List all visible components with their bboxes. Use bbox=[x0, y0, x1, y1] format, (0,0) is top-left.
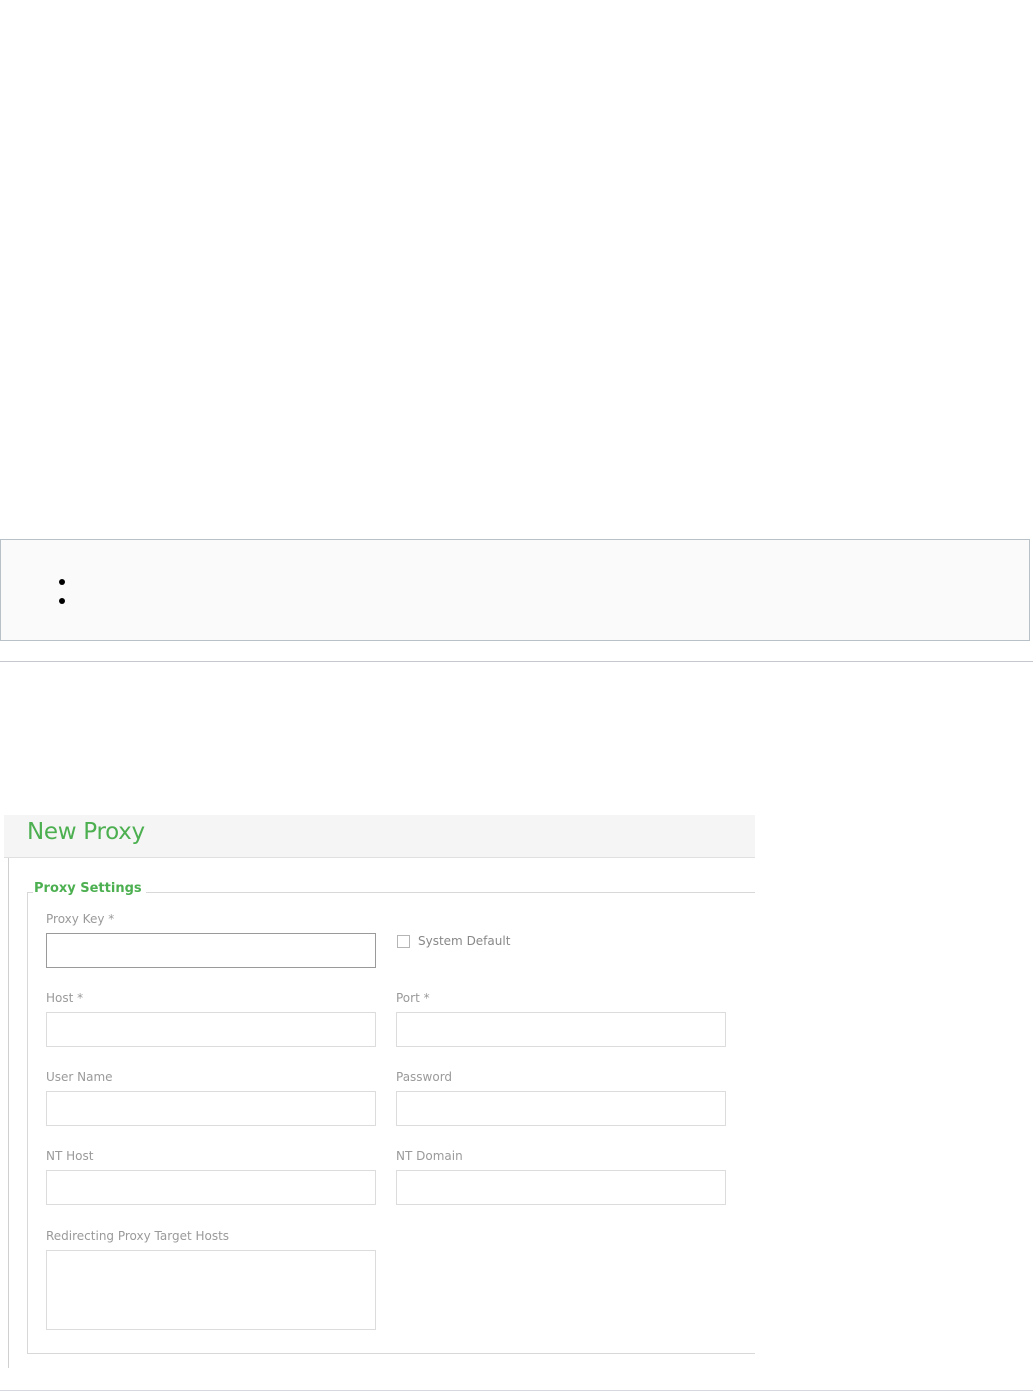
password-label: Password bbox=[396, 1070, 453, 1084]
redirecting-hosts-textarea[interactable] bbox=[46, 1250, 376, 1330]
proxy-key-input[interactable] bbox=[46, 933, 376, 968]
list-item-bullet bbox=[59, 579, 65, 585]
system-default-label[interactable]: System Default bbox=[418, 934, 510, 948]
list-item-bullet bbox=[59, 598, 65, 604]
proxy-settings-fieldset: Proxy Settings Proxy Key * System Defaul… bbox=[27, 881, 755, 1354]
divider bbox=[0, 661, 1033, 662]
nt-domain-label: NT Domain bbox=[396, 1149, 463, 1163]
port-label: Port * bbox=[396, 991, 430, 1005]
user-name-label: User Name bbox=[46, 1070, 113, 1084]
nt-domain-input[interactable] bbox=[396, 1170, 726, 1205]
redirecting-hosts-label: Redirecting Proxy Target Hosts bbox=[46, 1229, 230, 1243]
system-default-checkbox[interactable] bbox=[397, 935, 410, 948]
nt-host-input[interactable] bbox=[46, 1170, 376, 1205]
dialog-title: New Proxy bbox=[27, 819, 145, 845]
proxy-key-label: Proxy Key * bbox=[46, 912, 115, 926]
divider bbox=[0, 1390, 1033, 1391]
port-input[interactable] bbox=[396, 1012, 726, 1047]
dialog-header: New Proxy bbox=[4, 815, 755, 858]
nt-host-label: NT Host bbox=[46, 1149, 94, 1163]
host-input[interactable] bbox=[46, 1012, 376, 1047]
info-box bbox=[0, 539, 1030, 641]
password-input[interactable] bbox=[396, 1091, 726, 1126]
dialog-left-border bbox=[8, 858, 9, 1368]
user-name-input[interactable] bbox=[46, 1091, 376, 1126]
host-label: Host * bbox=[46, 991, 84, 1005]
proxy-settings-legend: Proxy Settings bbox=[33, 881, 146, 896]
new-proxy-dialog: New Proxy Proxy Settings Proxy Key * Sys… bbox=[4, 815, 755, 1368]
